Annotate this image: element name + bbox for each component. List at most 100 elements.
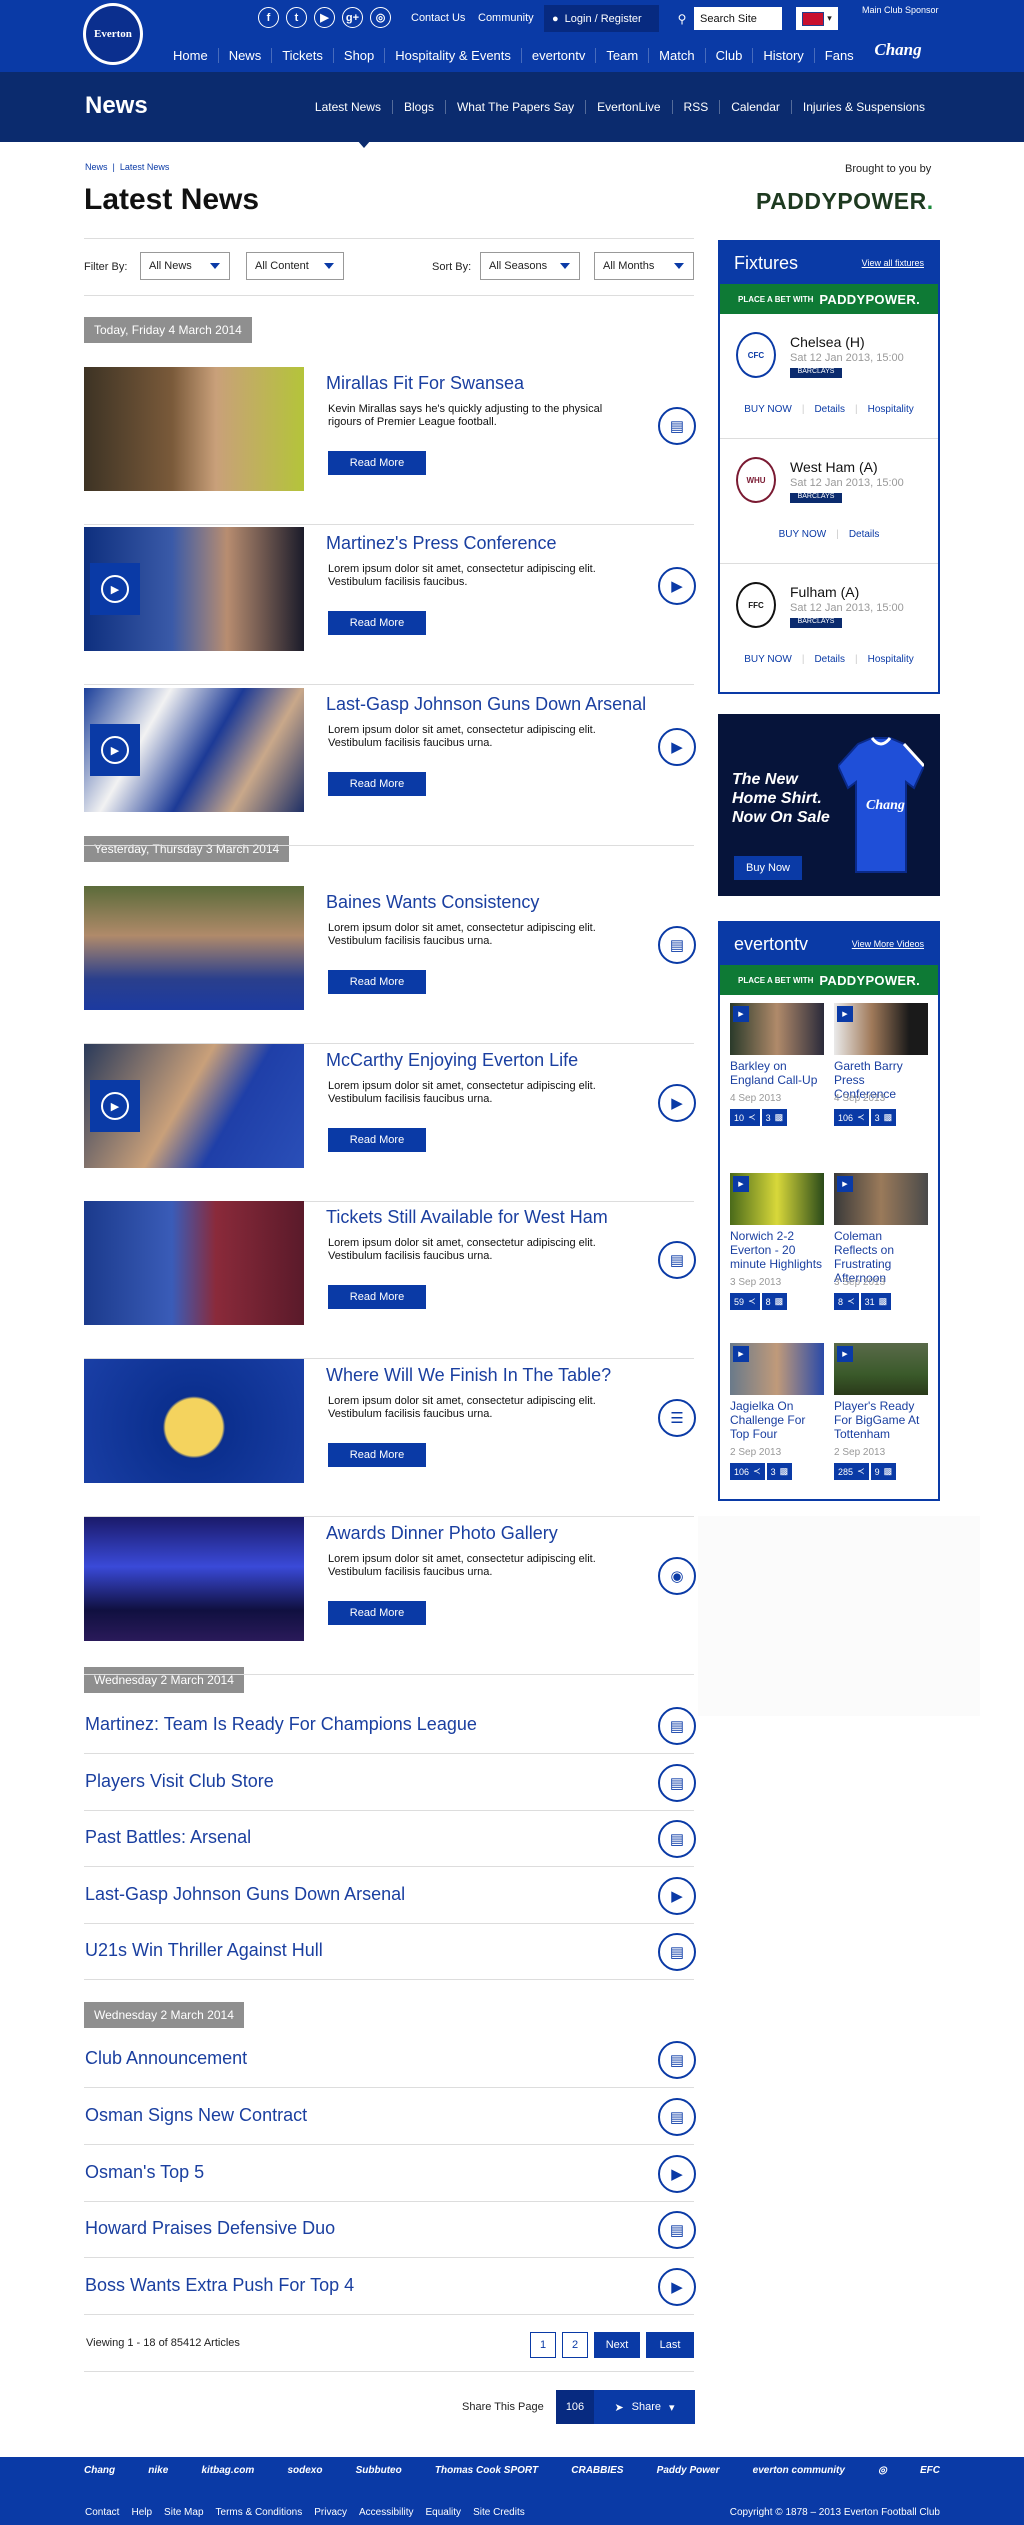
nav-tickets[interactable]: Tickets — [272, 48, 334, 63]
googleplus-icon[interactable]: g+ — [342, 7, 363, 28]
article-icon[interactable]: ▤ — [658, 1241, 696, 1279]
sort-months-select[interactable]: All Months — [594, 252, 694, 280]
nav-fans[interactable]: Fans — [815, 48, 864, 63]
nav-shop[interactable]: Shop — [334, 48, 386, 63]
video-title[interactable]: Norwich 2-2 Everton - 20 minute Highligh… — [730, 1229, 824, 1271]
video-comment-count[interactable]: 31 ▩ — [860, 1293, 892, 1310]
list-item[interactable]: Osman's Top 5 ▶ — [84, 2146, 696, 2202]
article-thumbnail[interactable] — [84, 1359, 304, 1483]
sponsor-logo[interactable]: Chang — [84, 2465, 115, 2476]
video-title[interactable]: Barkley on England Call-Up — [730, 1059, 824, 1087]
footer-link-contact[interactable]: Contact — [85, 2507, 119, 2518]
facebook-icon[interactable]: f — [258, 7, 279, 28]
list-item-title[interactable]: Martinez: Team Is Ready For Champions Le… — [85, 1714, 477, 1735]
poll-icon[interactable]: ☰ — [658, 1399, 696, 1437]
details-link[interactable]: Details — [814, 654, 845, 665]
video-share-count[interactable]: 8 ≺ — [834, 1293, 859, 1310]
search-box[interactable]: ⚲ Search Site — [668, 5, 784, 32]
video-thumbnail[interactable]: ▶ — [730, 1003, 824, 1055]
article-icon[interactable]: ▤ — [658, 1707, 696, 1745]
list-item[interactable]: Last-Gasp Johnson Guns Down Arsenal ▶ — [84, 1868, 696, 1924]
article-thumbnail[interactable]: ▶ — [84, 688, 304, 812]
subnav-rss[interactable]: RSS — [673, 100, 721, 114]
subnav-injuries[interactable]: Injuries & Suspensions — [792, 100, 936, 114]
read-more-button[interactable]: Read More — [328, 1285, 426, 1309]
footer-link-accessibility[interactable]: Accessibility — [359, 2507, 413, 2518]
list-item-title[interactable]: Players Visit Club Store — [85, 1771, 274, 1792]
nav-history[interactable]: History — [753, 48, 815, 63]
sort-seasons-select[interactable]: All Seasons — [480, 252, 580, 280]
breadcrumb-news[interactable]: News — [85, 162, 108, 172]
read-more-button[interactable]: Read More — [328, 1128, 426, 1152]
language-selector[interactable]: ▾ — [794, 5, 840, 32]
article-title[interactable]: Last-Gasp Johnson Guns Down Arsenal — [326, 694, 646, 715]
video-share-count[interactable]: 59 ≺ — [730, 1293, 760, 1310]
video-item[interactable]: ▶ Norwich 2-2 Everton - 20 minute Highli… — [730, 1169, 824, 1339]
list-item[interactable]: Players Visit Club Store ▤ — [84, 1755, 696, 1811]
article-icon[interactable]: ▤ — [658, 2098, 696, 2136]
buy-now-link[interactable]: BUY NOW — [744, 654, 792, 665]
page-2-button[interactable]: 2 — [562, 2332, 588, 2358]
sponsor-logo[interactable]: Paddy Power — [657, 2465, 720, 2476]
sponsor-logo[interactable]: kitbag.com — [201, 2465, 254, 2476]
video-thumbnail[interactable]: ▶ — [834, 1343, 928, 1395]
play-icon[interactable]: ▶ — [658, 2268, 696, 2306]
list-item[interactable]: U21s Win Thriller Against Hull ▤ — [84, 1924, 696, 1980]
article-icon[interactable]: ▤ — [658, 2041, 696, 2079]
video-thumbnail[interactable]: ▶ — [834, 1003, 928, 1055]
list-item-title[interactable]: Past Battles: Arsenal — [85, 1827, 251, 1848]
fixture-team[interactable]: Fulham (A) — [790, 584, 859, 600]
page-1-button[interactable]: 1 — [530, 2332, 556, 2358]
subnav-blogs[interactable]: Blogs — [393, 100, 446, 114]
play-icon[interactable]: ▶ — [658, 567, 696, 605]
video-thumbnail[interactable]: ▶ — [730, 1343, 824, 1395]
list-item[interactable]: Osman Signs New Contract ▤ — [84, 2089, 696, 2145]
list-item[interactable]: Club Announcement ▤ — [84, 2032, 696, 2088]
list-item[interactable]: Boss Wants Extra Push For Top 4 ▶ — [84, 2259, 696, 2315]
video-item[interactable]: ▶ Gareth Barry Press Conference 4 Sep 20… — [834, 999, 928, 1169]
article-icon[interactable]: ▤ — [658, 1820, 696, 1858]
home-shirt-ad[interactable]: The New Home Shirt. Now On Sale Chang Buy … — [718, 714, 940, 896]
next-button[interactable]: Next — [594, 2332, 640, 2358]
video-comment-count[interactable]: 9 ▩ — [870, 1463, 897, 1480]
sponsor-logo[interactable]: ◎ — [878, 2465, 887, 2476]
video-share-count[interactable]: 106 ≺ — [730, 1463, 765, 1480]
breadcrumb-latest[interactable]: Latest News — [120, 162, 170, 172]
filter-news-select[interactable]: All News — [140, 252, 230, 280]
read-more-button[interactable]: Read More — [328, 1601, 426, 1625]
read-more-button[interactable]: Read More — [328, 970, 426, 994]
article-title[interactable]: McCarthy Enjoying Everton Life — [326, 1050, 578, 1071]
login-button[interactable]: ● Login / Register — [544, 5, 659, 32]
nav-hospitality[interactable]: Hospitality & Events — [385, 48, 522, 63]
list-item-title[interactable]: Osman Signs New Contract — [85, 2105, 307, 2126]
footer-link-credits[interactable]: Site Credits — [473, 2507, 525, 2518]
hospitality-link[interactable]: Hospitality — [868, 404, 914, 415]
sponsor-logo[interactable]: CRABBIES — [571, 2465, 623, 2476]
hospitality-link[interactable]: Hospitality — [868, 654, 914, 665]
video-thumbnail[interactable]: ▶ — [730, 1173, 824, 1225]
youtube-icon[interactable]: ▶ — [314, 7, 335, 28]
video-share-count[interactable]: 285 ≺ — [834, 1463, 869, 1480]
article-title[interactable]: Awards Dinner Photo Gallery — [326, 1523, 558, 1544]
nav-home[interactable]: Home — [163, 48, 219, 63]
video-item[interactable]: ▶ Coleman Reflects on Frustrating Aftern… — [834, 1169, 928, 1339]
video-thumbnail[interactable]: ▶ — [834, 1173, 928, 1225]
sponsor-logo[interactable]: Thomas Cook SPORT — [435, 2465, 538, 2476]
subnav-papers[interactable]: What The Papers Say — [446, 100, 587, 114]
article-title[interactable]: Where Will We Finish In The Table? — [326, 1365, 611, 1386]
fixture-team[interactable]: Chelsea (H) — [790, 334, 865, 350]
video-comment-count[interactable]: 8 ▩ — [761, 1293, 788, 1310]
video-comment-count[interactable]: 3 ▩ — [870, 1109, 897, 1126]
list-item-title[interactable]: Last-Gasp Johnson Guns Down Arsenal — [85, 1884, 405, 1905]
article-icon[interactable]: ▤ — [658, 2211, 696, 2249]
bet-banner[interactable]: PLACE A BET WITH PADDYPOWER. — [720, 284, 938, 314]
video-share-count[interactable]: 10 ≺ — [730, 1109, 760, 1126]
list-item-title[interactable]: Osman's Top 5 — [85, 2162, 204, 2183]
sponsor-logo[interactable]: sodexo — [287, 2465, 322, 2476]
nav-club[interactable]: Club — [706, 48, 754, 63]
video-item[interactable]: ▶ Player's Ready For BigGame At Tottenha… — [834, 1339, 928, 1509]
details-link[interactable]: Details — [814, 404, 845, 415]
list-item[interactable]: Howard Praises Defensive Duo ▤ — [84, 2202, 696, 2258]
footer-link-privacy[interactable]: Privacy — [314, 2507, 347, 2518]
article-thumbnail[interactable] — [84, 886, 304, 1010]
